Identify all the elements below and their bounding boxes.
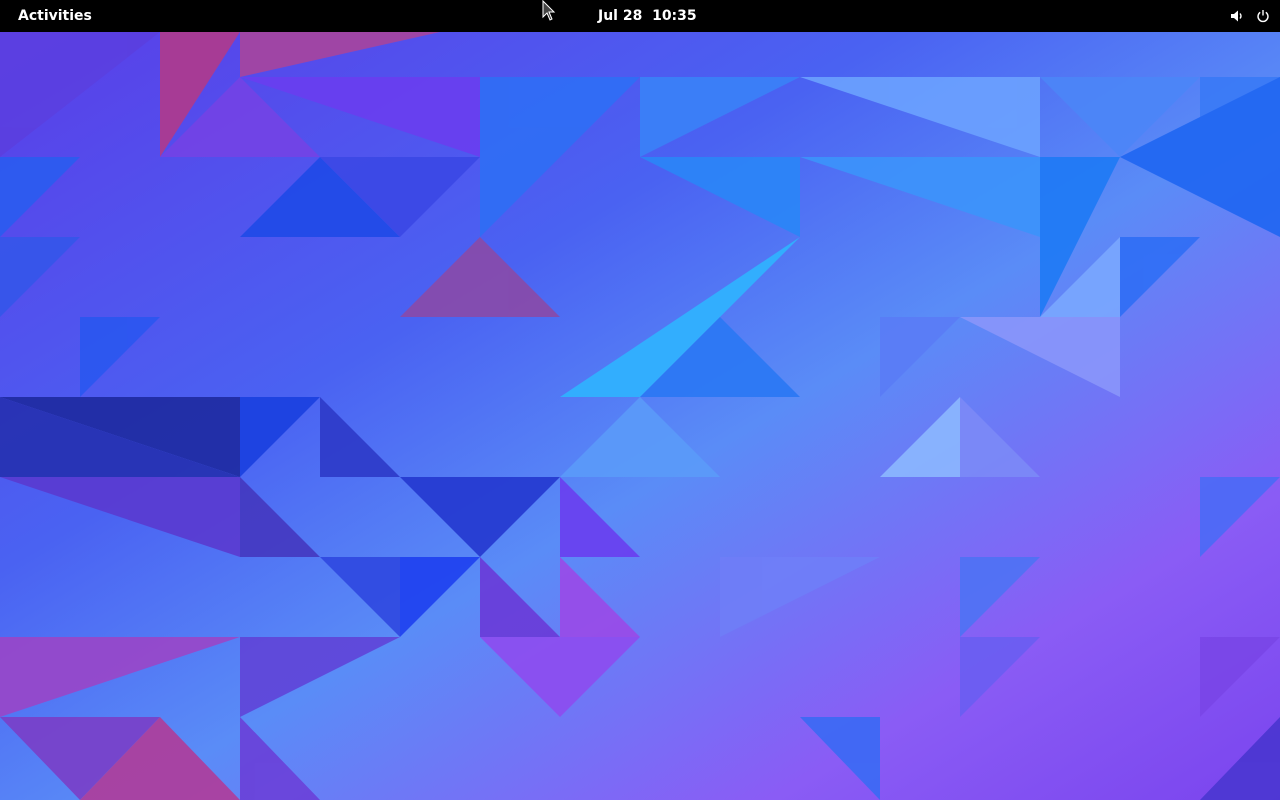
top-bar: Activities Jul 28 10:35 <box>0 0 1280 32</box>
power-icon <box>1256 9 1270 23</box>
activities-button[interactable]: Activities <box>8 0 102 32</box>
volume-icon <box>1230 9 1244 23</box>
system-status-menu[interactable] <box>1230 0 1270 32</box>
date-time-menu[interactable]: Jul 28 10:35 <box>586 0 709 32</box>
desktop-screen: Activities Jul 28 10:35 <box>0 0 1280 800</box>
desktop-wallpaper <box>0 32 1280 800</box>
